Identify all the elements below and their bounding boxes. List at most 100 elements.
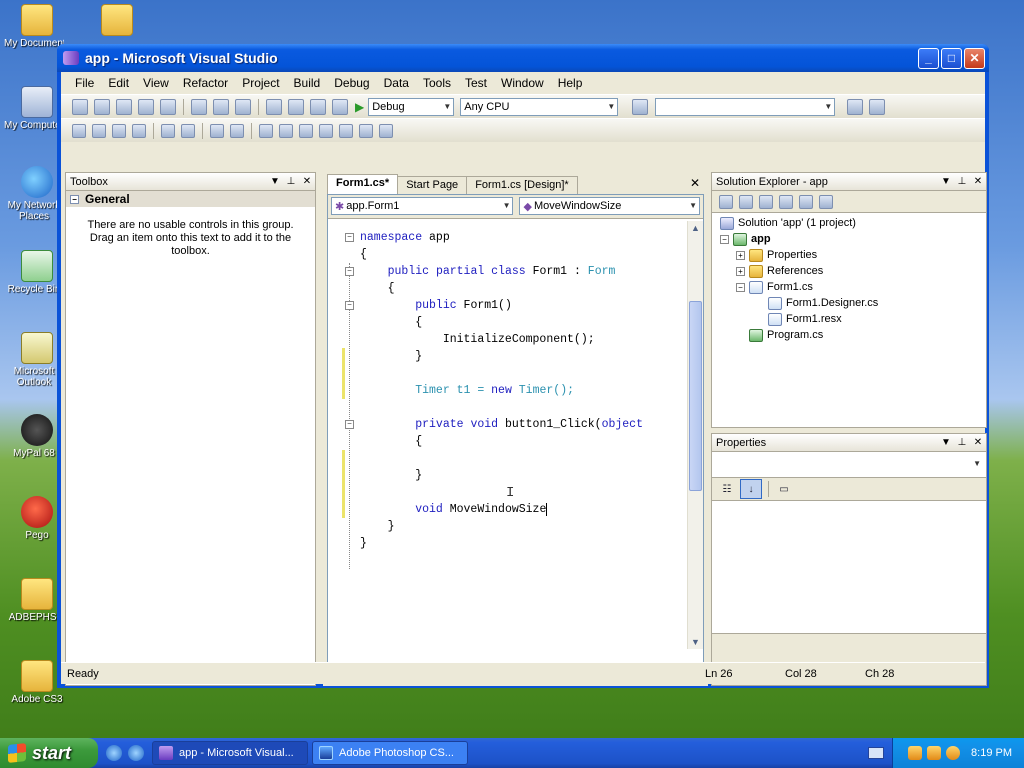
scroll-down-icon[interactable]: ▼: [691, 637, 700, 647]
comment-icon[interactable]: [210, 123, 224, 138]
categorized-icon[interactable]: ☷: [716, 479, 738, 499]
next-bookmark-folder-icon[interactable]: [339, 123, 353, 138]
tree-node-form1-resx[interactable]: Form1.resx: [720, 311, 986, 327]
close-icon[interactable]: ✕: [970, 176, 986, 187]
show-all-files-icon[interactable]: [739, 194, 753, 209]
clear-bookmarks-icon[interactable]: [359, 123, 373, 138]
menu-tools[interactable]: Tools: [417, 74, 459, 92]
title-bar[interactable]: app - Microsoft Visual Studio _ □ ✕: [57, 44, 989, 72]
save-icon[interactable]: [138, 98, 154, 115]
window-position-icon[interactable]: ▼: [938, 437, 954, 448]
types-combo[interactable]: ✱ app.Form1 ▼: [331, 197, 514, 215]
prev-bookmark-folder-icon[interactable]: [319, 123, 333, 138]
menu-file[interactable]: File: [69, 74, 102, 92]
comment-bubble-icon[interactable]: [379, 123, 393, 138]
tree-node-project[interactable]: − app: [720, 231, 986, 247]
properties-icon[interactable]: [719, 194, 733, 209]
view-code-icon[interactable]: [779, 194, 793, 209]
prev-bookmark-icon[interactable]: [279, 123, 293, 138]
close-icon[interactable]: ✕: [970, 437, 986, 448]
undo-icon[interactable]: [266, 98, 282, 115]
toolbox-group-general[interactable]: − General: [66, 191, 315, 207]
add-item-icon[interactable]: [94, 98, 110, 115]
tree-node-form1-designer[interactable]: Form1.Designer.cs: [720, 295, 986, 311]
save-all-icon[interactable]: [160, 98, 176, 115]
members-combo[interactable]: ◆ MoveWindowSize ▼: [519, 197, 700, 215]
expand-icon[interactable]: +: [736, 250, 745, 260]
messenger-icon[interactable]: [128, 745, 144, 761]
internet-explorer-icon[interactable]: [106, 745, 122, 761]
keyboard-layout-icon[interactable]: [868, 747, 884, 759]
view-designer-icon[interactable]: [799, 194, 813, 209]
start-debugging-icon[interactable]: ▶: [355, 100, 364, 114]
find-combo[interactable]: ▼: [655, 97, 836, 116]
redo-icon[interactable]: [288, 98, 304, 115]
open-file-icon[interactable]: [116, 98, 132, 115]
refresh-icon[interactable]: [759, 194, 773, 209]
copy-icon[interactable]: [213, 98, 229, 115]
increase-indent-icon[interactable]: [181, 123, 195, 138]
tab-start-page[interactable]: Start Page: [397, 176, 468, 194]
bookmark-icon[interactable]: [259, 123, 273, 138]
clock[interactable]: 8:19 PM: [971, 747, 1012, 759]
menu-test[interactable]: Test: [459, 74, 495, 92]
vertical-scrollbar[interactable]: ▲ ▼: [687, 221, 703, 649]
window-position-icon[interactable]: ▼: [938, 176, 954, 187]
taskbar-button-photoshop[interactable]: Adobe Photoshop CS...: [312, 741, 468, 765]
search-icon[interactable]: [946, 746, 961, 760]
minimize-button[interactable]: _: [918, 47, 939, 69]
navigate-backward-icon[interactable]: [310, 98, 326, 115]
collapse-icon[interactable]: −: [720, 234, 729, 244]
next-bookmark-icon[interactable]: [299, 123, 313, 138]
tree-node-properties[interactable]: + Properties: [720, 247, 986, 263]
start-button[interactable]: start: [0, 738, 98, 768]
taskbar-button-visual-studio[interactable]: app - Microsoft Visual...: [152, 741, 308, 765]
close-button[interactable]: ✕: [964, 47, 985, 69]
tree-node-solution[interactable]: Solution 'app' (1 project): [720, 215, 986, 231]
desktop-icon-my-documents[interactable]: My Documents: [4, 4, 70, 49]
close-icon[interactable]: ✕: [682, 176, 708, 194]
menu-build[interactable]: Build: [288, 74, 329, 92]
object-browser-icon[interactable]: [92, 123, 106, 138]
menu-data[interactable]: Data: [378, 74, 417, 92]
properties-window-icon[interactable]: [869, 98, 886, 115]
tab-form1-cs[interactable]: Form1.cs*: [327, 174, 399, 194]
menu-view[interactable]: View: [137, 74, 177, 92]
code-area[interactable]: − namespace app { − public partial class …: [328, 221, 688, 649]
collapse-icon[interactable]: −: [736, 282, 745, 292]
cut-icon[interactable]: [191, 98, 207, 115]
pointer-icon[interactable]: [112, 123, 126, 138]
auto-hide-pin-icon[interactable]: ⊥: [954, 437, 970, 448]
paste-icon[interactable]: [235, 98, 251, 115]
collapse-icon[interactable]: −: [345, 233, 354, 242]
close-icon[interactable]: ✕: [299, 176, 315, 187]
tray-app-icon[interactable]: [927, 746, 942, 760]
collapse-icon[interactable]: −: [70, 194, 79, 204]
navigate-forward-icon[interactable]: [332, 98, 348, 115]
expand-icon[interactable]: +: [736, 266, 745, 276]
menu-edit[interactable]: Edit: [102, 74, 137, 92]
find-in-files-icon[interactable]: [632, 98, 649, 115]
tree-node-form1[interactable]: − Form1.cs: [720, 279, 986, 295]
solution-platform-combo[interactable]: Any CPU ▼: [460, 97, 619, 116]
scroll-up-icon[interactable]: ▲: [691, 223, 700, 233]
auto-hide-pin-icon[interactable]: ⊥: [954, 176, 970, 187]
property-pages-icon[interactable]: ▭: [773, 479, 795, 499]
view-class-diagram-icon[interactable]: [819, 194, 833, 209]
alphabetical-icon[interactable]: ↓: [740, 479, 762, 499]
menu-refactor[interactable]: Refactor: [177, 74, 236, 92]
collapse-icon[interactable]: −: [345, 267, 354, 276]
align-icon[interactable]: [72, 123, 86, 138]
uncomment-icon[interactable]: [230, 123, 244, 138]
window-position-icon[interactable]: ▼: [267, 176, 283, 187]
collapse-icon[interactable]: −: [345, 301, 354, 310]
menu-window[interactable]: Window: [495, 74, 552, 92]
desktop-icon-zip[interactable]: [84, 4, 150, 38]
vertical-scroll-thumb[interactable]: [689, 301, 702, 491]
font-size-icon[interactable]: [132, 123, 146, 138]
tab-form1-design[interactable]: Form1.cs [Design]*: [466, 176, 578, 194]
tree-node-program[interactable]: Program.cs: [720, 327, 986, 343]
solution-configuration-combo[interactable]: Debug ▼: [368, 97, 455, 116]
maximize-button[interactable]: □: [941, 47, 962, 69]
auto-hide-pin-icon[interactable]: ⊥: [283, 176, 299, 187]
